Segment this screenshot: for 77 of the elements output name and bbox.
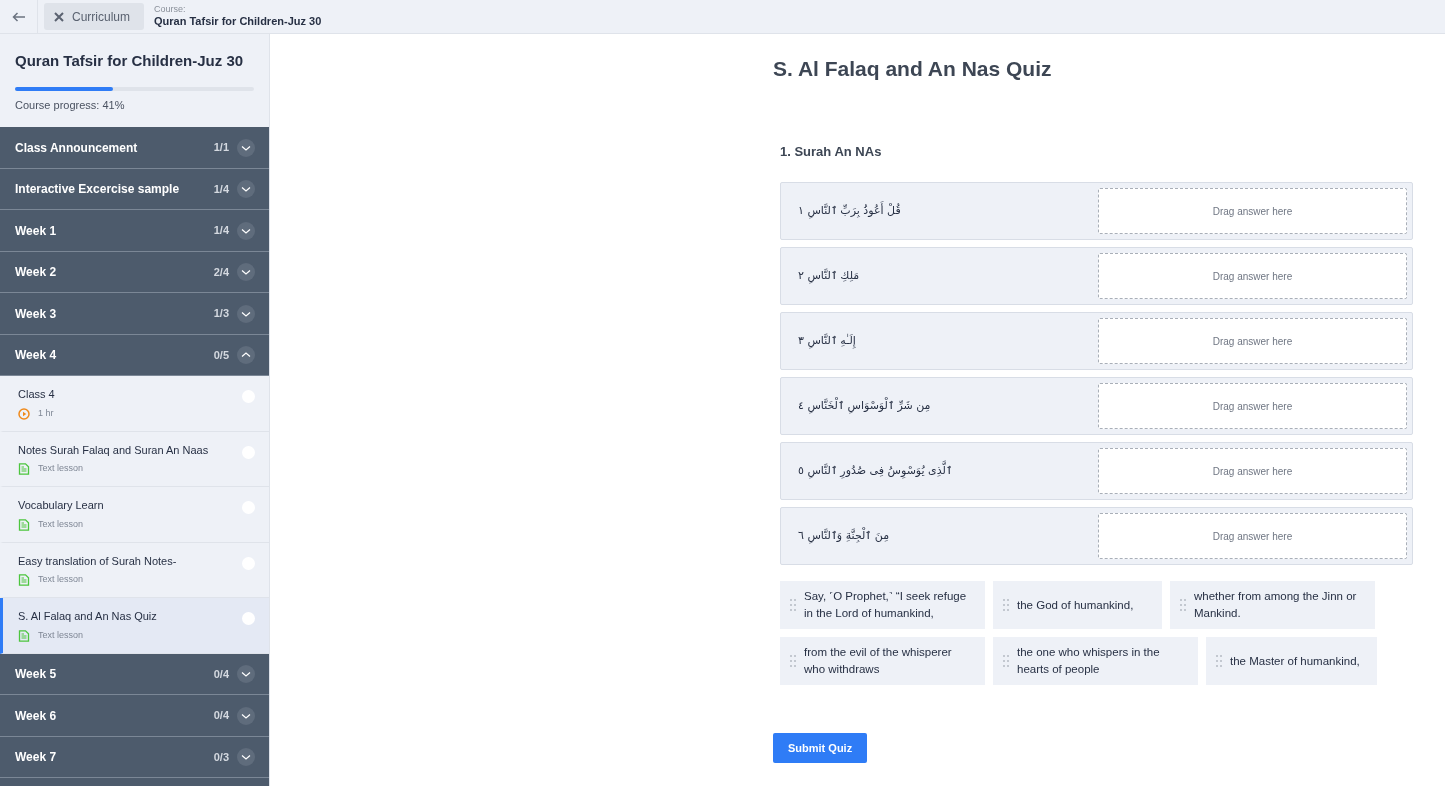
lesson-item[interactable]: Vocabulary Learn Text lesson	[0, 487, 269, 543]
section-header[interactable]: Week 3 1/3	[0, 293, 269, 335]
section-count: 0/5	[213, 348, 229, 363]
answer-card[interactable]: the God of humankind,	[993, 581, 1162, 630]
section-count: 1/4	[213, 223, 229, 239]
close-icon	[54, 11, 64, 22]
arabic-verse: قُلْ أَعُوذُ بِرَبِّ ٱلنَّاسِ ١	[797, 202, 902, 220]
drop-zone[interactable]: Drag answer here	[1098, 188, 1407, 235]
chevron-button[interactable]	[237, 221, 255, 240]
lesson-type: Text lesson	[38, 573, 84, 587]
lesson-type: 1 hr	[38, 407, 54, 420]
arabic-verse: مِن شَرِّ ٱلْوَسْوَاسِ ٱلْخَنَّاسِ ٤	[797, 397, 932, 415]
section-header[interactable]: Interactive Excercise sample 1/4	[0, 169, 269, 211]
section-header[interactable]: Week 2 2/4	[0, 252, 269, 294]
arabic-verse: إِلَـٰهِ ٱلنَّاسِ ٣	[797, 332, 857, 350]
document-icon	[18, 463, 30, 476]
drop-zone[interactable]: Drag answer here	[1098, 383, 1407, 430]
drop-zone[interactable]: Drag answer here	[1098, 253, 1407, 300]
section-count: 2/4	[213, 265, 229, 280]
completion-circle	[242, 612, 255, 626]
play-icon	[18, 407, 30, 420]
chevron-button[interactable]	[237, 665, 255, 684]
back-arrow-icon[interactable]	[11, 11, 26, 22]
drag-handle-icon	[790, 599, 796, 612]
chevron-button[interactable]	[237, 748, 255, 767]
lesson-item[interactable]: Notes Surah Falaq and Suran An Naas Text lesson	[0, 432, 269, 488]
document-icon	[18, 518, 30, 531]
chevron-button[interactable]	[237, 346, 255, 365]
chevron-button[interactable]	[237, 180, 255, 199]
section-count: 0/4	[213, 708, 229, 724]
section-count: 0/3	[213, 750, 229, 765]
lesson-item[interactable]: Easy translation of Surah Notes- Text lesson	[0, 543, 269, 599]
answer-card[interactable]: Say, ˹O Prophet,˺ “I seek refuge in the Lord of humankind,	[780, 581, 985, 630]
section-count: 1/1	[213, 140, 229, 156]
chevron-button[interactable]	[237, 706, 255, 725]
drag-handle-icon	[1180, 599, 1186, 612]
curriculum-close-button[interactable]: Curriculum	[44, 3, 144, 31]
section-header[interactable]: Week 5 0/4	[0, 654, 269, 696]
lesson-item[interactable]: Class 4 1 hr	[0, 376, 269, 432]
course-name: Quran Tafsir for Children-Juz 30	[154, 15, 322, 29]
section-header[interactable]: Week 1 1/4	[0, 210, 269, 252]
lesson-item[interactable]: S. Al Falaq and An Nas Quiz Text lesson	[0, 598, 269, 654]
chevron-button[interactable]	[237, 263, 255, 282]
drag-handle-icon	[1003, 599, 1009, 612]
answer-card[interactable]: the Master of humankind,	[1206, 637, 1377, 686]
course-title: Quran Tafsir for Children-Juz 30	[15, 51, 245, 72]
section-header[interactable]: Week 6 0/4	[0, 695, 269, 737]
section-count: 0/4	[213, 667, 229, 682]
course-caption: Course:	[154, 5, 187, 16]
drag-handle-icon	[1216, 655, 1222, 668]
section-count: 1/4	[213, 182, 229, 197]
lesson-type: Text lesson	[38, 462, 84, 476]
section-count: 1/3	[213, 306, 229, 322]
document-icon	[18, 574, 30, 587]
progress-label: Course progress: 41%	[15, 98, 126, 113]
arabic-verse: ٱلَّذِى يُوَسْوِسُ فِى صُدُورِ ٱلنَّاسِ ٥	[786, 462, 1098, 480]
quiz-title: S. Al Falaq and An Nas Quiz	[773, 56, 1053, 82]
section-header[interactable]: Week 7 0/3	[0, 737, 269, 779]
submit-quiz-button[interactable]: Submit Quiz	[773, 733, 868, 764]
drop-zone[interactable]: Drag answer here	[1098, 318, 1407, 365]
lesson-type: Text lesson	[38, 629, 84, 642]
answer-card[interactable]: from the evil of the whisperer who withdraws	[780, 637, 985, 686]
lesson-type: Text lesson	[38, 518, 84, 531]
chevron-button[interactable]	[237, 138, 255, 157]
drag-handle-icon	[1003, 655, 1009, 668]
drop-zone[interactable]: Drag answer here	[1098, 513, 1407, 560]
document-icon	[18, 629, 30, 642]
chevron-button[interactable]	[237, 304, 255, 323]
section-header[interactable]: Week 4 0/5	[0, 335, 269, 377]
answer-card[interactable]: the one who whispers in the hearts of people	[993, 637, 1198, 686]
answer-card[interactable]: whether from among the Jinn or Mankind.	[1170, 581, 1375, 630]
drag-handle-icon	[790, 655, 796, 668]
arabic-verse: مَلِكِ ٱلنَّاسِ ٢	[797, 267, 861, 285]
arabic-verse: مِنَ ٱلْجِنَّةِ وَٱلنَّاسِ ٦	[797, 527, 891, 545]
drop-zone[interactable]: Drag answer here	[1098, 448, 1407, 495]
question-title: 1. Surah An NAs	[780, 142, 883, 161]
section-header[interactable]: Class Announcement 1/1	[0, 127, 269, 169]
